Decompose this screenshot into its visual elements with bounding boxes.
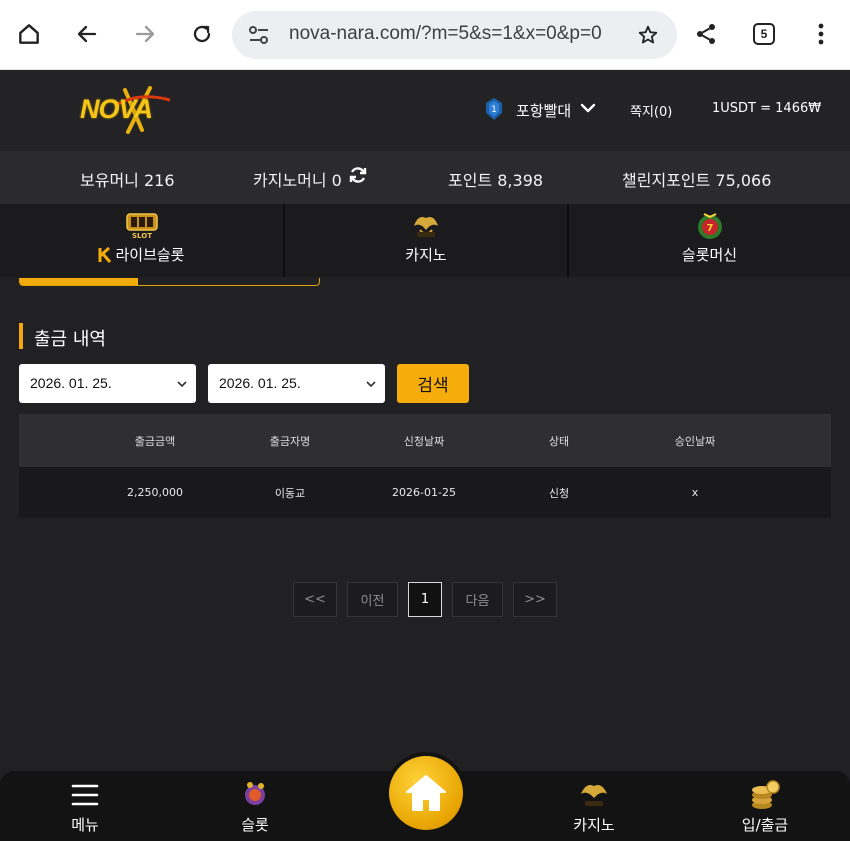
page-last-button[interactable]: >> <box>513 582 557 617</box>
back-arrow-icon[interactable] <box>67 14 107 54</box>
date-from-select[interactable]: 2026. 01. 25. <box>19 364 196 403</box>
col-amount: 출금금액 <box>134 434 176 448</box>
hamburger-icon <box>68 779 102 811</box>
nav-casino[interactable]: 카지노 <box>539 771 649 841</box>
page-first-button[interactable]: << <box>293 582 337 617</box>
slot-icon <box>238 779 272 811</box>
section-accent-bar <box>19 323 23 349</box>
reload-icon[interactable] <box>182 14 222 54</box>
home-icon[interactable] <box>9 14 49 54</box>
chevron-down-icon <box>365 377 377 393</box>
search-button[interactable]: 검색 <box>397 364 469 403</box>
svg-text:7: 7 <box>706 223 713 234</box>
share-icon[interactable] <box>686 14 726 54</box>
page-prev-button[interactable]: 이전 <box>347 582 398 617</box>
col-status: 상태 <box>548 434 570 448</box>
holding-money: 보유머니 216 <box>80 171 175 190</box>
nav-slot[interactable]: 슬롯 <box>200 771 310 841</box>
tab-casino[interactable]: 카지노 <box>283 204 567 277</box>
date-to-value: 2026. 01. 25. <box>219 375 301 391</box>
cell-name: 이동교 <box>274 486 306 500</box>
address-bar[interactable]: nova-nara.com/?m=5&s=1&x=0&p=0 <box>232 11 677 59</box>
nav-menu-label: 메뉴 <box>71 816 99 834</box>
date-from-value: 2026. 01. 25. <box>30 375 112 391</box>
refresh-icon[interactable] <box>348 165 368 189</box>
tab-live-slot-label: 라이브슬롯 <box>115 246 185 264</box>
slot-machine-icon: 7 <box>692 212 728 240</box>
nav-deposit-withdraw[interactable]: 입/출금 <box>710 771 820 841</box>
nova-logo[interactable]: NOVA <box>80 84 175 136</box>
col-request-date: 신청날짜 <box>403 434 445 448</box>
rank-badge-icon: 1 <box>486 98 502 120</box>
username[interactable]: 포항빨대 <box>516 100 571 121</box>
challenge-points: 챌린지포인트 75,066 <box>622 171 772 190</box>
site-settings-icon[interactable] <box>248 25 270 49</box>
forward-arrow-icon[interactable] <box>125 14 165 54</box>
balance-bar: 보유머니 216 카지노머니 0 포인트 8,398 챌린지포인트 75,066 <box>0 151 850 204</box>
casino-icon <box>577 779 611 811</box>
category-tabs: SLOT 라이브슬롯 카지노 7 슬롯머신 <box>0 204 850 277</box>
col-approval-date: 승인날짜 <box>674 434 716 448</box>
site-header: NOVA 1 포항빨대 쪽지(0) 1USDT = 1466₩ <box>0 70 850 151</box>
casino-money: 카지노머니 0 <box>253 171 342 190</box>
star-icon[interactable] <box>637 24 659 50</box>
chevron-down-icon[interactable] <box>580 100 596 120</box>
nav-slot-label: 슬롯 <box>241 816 269 834</box>
nav-menu[interactable]: 메뉴 <box>30 771 140 841</box>
sub-tab-active-indicator[interactable] <box>20 278 138 285</box>
svg-text:1: 1 <box>491 105 497 115</box>
k-logo-icon <box>98 246 112 263</box>
url-text: nova-nara.com/?m=5&s=1&x=0&p=0 <box>289 23 602 44</box>
table-header: 출금금액 출금자명 신청날짜 상태 승인날짜 <box>19 414 831 467</box>
withdrawal-table: 출금금액 출금자명 신청날짜 상태 승인날짜 2,250,000 이동교 202… <box>19 414 831 518</box>
home-icon <box>406 775 446 811</box>
nav-casino-label: 카지노 <box>573 816 615 834</box>
home-button[interactable] <box>389 756 463 830</box>
cell-request-date: 2026-01-25 <box>392 486 456 499</box>
svg-text:SLOT: SLOT <box>132 232 152 240</box>
points: 포인트 8,398 <box>448 171 544 190</box>
cell-approval-date: x <box>691 486 699 499</box>
tab-live-slot[interactable]: SLOT 라이브슬롯 <box>0 204 283 277</box>
casino-crown-icon <box>408 212 444 240</box>
more-vert-icon[interactable] <box>801 14 841 54</box>
chevron-down-icon <box>176 377 188 393</box>
live-slot-icon: SLOT <box>124 212 160 240</box>
tab-casino-label: 카지노 <box>405 246 447 264</box>
sub-tab-strip <box>19 278 320 286</box>
table-row: 2,250,000 이동교 2026-01-25 신청 x <box>19 467 831 518</box>
page-current-button[interactable]: 1 <box>408 582 442 617</box>
cell-amount: 2,250,000 <box>127 486 183 499</box>
nav-deposit-withdraw-label: 입/출금 <box>741 816 789 834</box>
tab-slot-machine[interactable]: 7 슬롯머신 <box>567 204 850 277</box>
cell-status: 신청 <box>548 486 570 500</box>
tab-switcher-button[interactable]: 5 <box>753 23 775 45</box>
col-name: 출금자명 <box>269 434 311 448</box>
browser-toolbar: nova-nara.com/?m=5&s=1&x=0&p=0 5 <box>0 0 850 70</box>
date-to-select[interactable]: 2026. 01. 25. <box>208 364 385 403</box>
tab-slot-machine-label: 슬롯머신 <box>681 246 738 264</box>
coins-icon <box>748 779 782 811</box>
exchange-rate: 1USDT = 1466₩ <box>712 101 822 116</box>
memo-link[interactable]: 쪽지(0) <box>630 101 672 120</box>
logo-text: NOVA <box>80 94 153 124</box>
page-next-button[interactable]: 다음 <box>452 582 503 617</box>
page-title: 출금 내역 <box>34 329 106 350</box>
